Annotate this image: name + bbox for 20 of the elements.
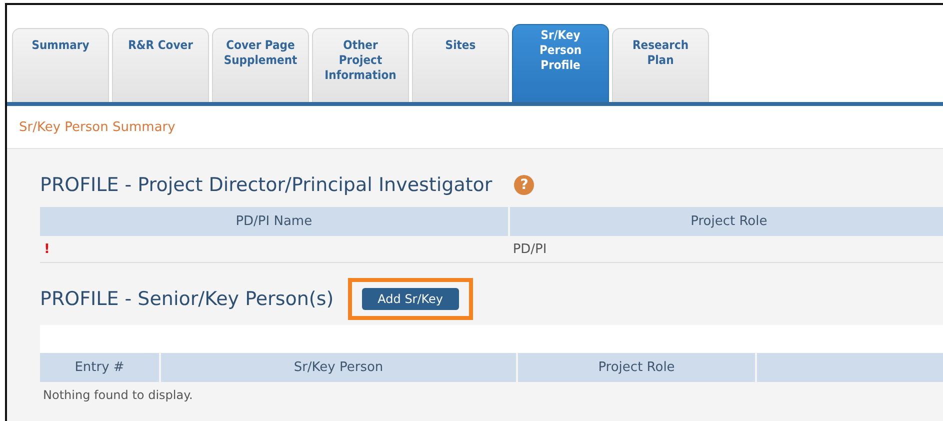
required-icon: ! (44, 242, 50, 256)
column-header: Sr/Key Person (160, 353, 517, 382)
section-title: PROFILE - Project Director/Principal Investigator (40, 174, 492, 196)
tab[interactable]: R&R Cover (112, 28, 209, 102)
tab[interactable]: Sr/Key Person Profile (512, 24, 609, 102)
tab[interactable]: Summary (12, 28, 109, 102)
column-header: Project Role (517, 353, 756, 382)
empty-message: Nothing found to display. (42, 387, 194, 404)
section-title: PROFILE - Senior/Key Person(s) (40, 288, 334, 310)
tab[interactable]: Sites (412, 28, 509, 102)
column-header: PD/PI Name (40, 207, 509, 236)
table-cell: PD/PI (512, 242, 547, 256)
breadcrumb: Sr/Key Person Summary (19, 120, 176, 134)
help-icon[interactable]: ? (514, 175, 534, 195)
column-header: Entry # (40, 353, 160, 382)
tab[interactable]: Cover Page Supplement (212, 28, 309, 102)
tab[interactable]: Other Project Information (312, 28, 409, 102)
tab[interactable]: Research Plan (612, 28, 709, 102)
add-button[interactable]: Add Sr/Key (362, 288, 460, 310)
column-header: Project Role (508, 207, 943, 236)
